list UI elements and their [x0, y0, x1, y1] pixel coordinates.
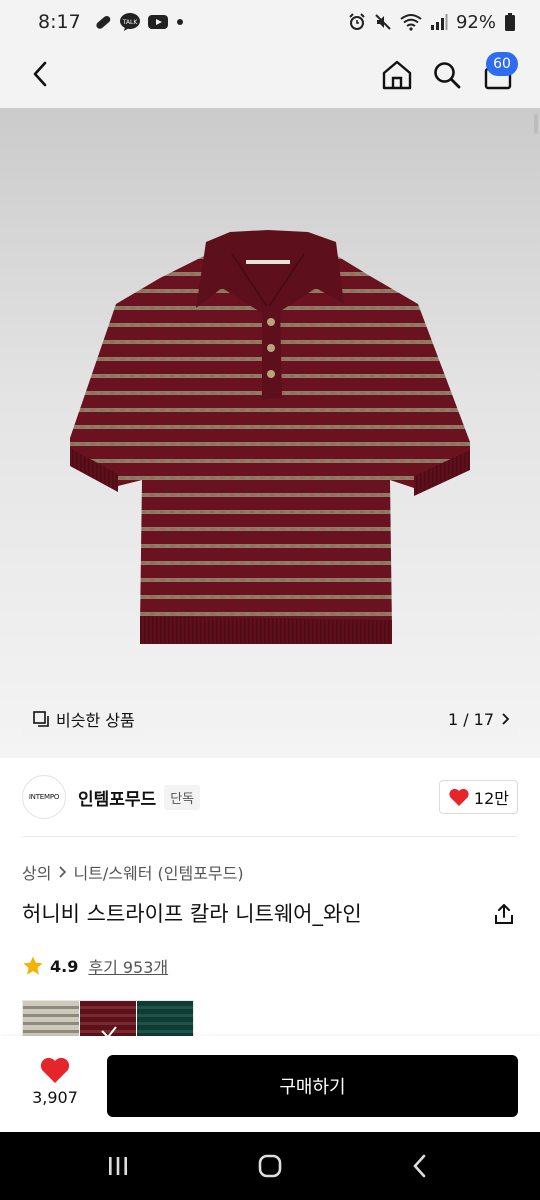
rating-score: 4.9 [50, 956, 79, 976]
status-bar: 8:17 TALK 92% [0, 0, 540, 44]
brand-like-count: 12만 [473, 789, 509, 808]
chevron-right-icon [502, 713, 510, 725]
star-icon [23, 956, 43, 975]
brand-name[interactable]: 인템포무드 [78, 785, 156, 810]
dot-icon [175, 17, 185, 27]
mute-icon [374, 13, 392, 31]
image-page-indicator[interactable]: 1 / 17 [440, 702, 518, 736]
product-image[interactable]: 비슷한 상품 1 / 17 [0, 108, 540, 758]
brand-like-button[interactable]: 12만 [438, 780, 518, 814]
heart-icon [449, 788, 469, 806]
recent-apps-icon [109, 1157, 127, 1175]
wishlist-button[interactable]: 3,907 [22, 1056, 88, 1107]
share-button[interactable] [492, 902, 516, 930]
sweater-image [70, 230, 470, 644]
search-button[interactable] [428, 56, 466, 94]
recent-apps-button[interactable] [98, 1152, 138, 1180]
cart-count-badge: 60 [486, 52, 518, 76]
share-icon [495, 904, 513, 924]
breadcrumb-level1[interactable]: 상의 [22, 860, 51, 884]
breadcrumb-level2[interactable]: 니트/스웨터 (인템포무드) [73, 860, 243, 884]
brand-logo[interactable]: INTEMPO [22, 775, 66, 819]
back-chevron-icon [413, 1154, 426, 1178]
page-indicator-text: 1 / 17 [447, 709, 495, 729]
wishlist-count: 3,907 [32, 1088, 78, 1107]
youtube-icon [147, 13, 169, 31]
rating-row: 4.9 후기 953개 [22, 954, 168, 978]
search-icon [434, 62, 461, 89]
svg-text:TALK: TALK [121, 19, 138, 26]
wifi-icon [400, 13, 422, 31]
battery-percent: 92% [455, 11, 496, 33]
system-nav-bar [0, 1132, 540, 1200]
divider [22, 836, 518, 837]
app-header [0, 44, 540, 108]
pill-icon [93, 12, 113, 32]
home-icon [382, 60, 412, 90]
alarm-icon [348, 13, 366, 31]
breadcrumb: 상의 니트/스웨터 (인템포무드) [22, 860, 244, 884]
signal-icon [430, 13, 448, 31]
status-time: 8:17 [38, 11, 81, 33]
kakaotalk-icon: TALK [119, 12, 141, 32]
exclusive-tag: 단독 [164, 784, 201, 810]
home-button[interactable] [378, 56, 416, 94]
home-circle-icon [258, 1154, 282, 1178]
review-count-link[interactable]: 후기 953개 [88, 954, 168, 978]
battery-icon [504, 12, 516, 32]
back-system-button[interactable] [400, 1152, 440, 1180]
status-right: 92% [348, 12, 516, 33]
chevron-right-icon [59, 866, 67, 878]
bottom-purchase-bar: 3,907 구매하기 [0, 1036, 540, 1132]
similar-products-label: 비슷한 상품 [56, 711, 135, 730]
status-left-icons: TALK [93, 12, 185, 32]
similar-icon [33, 711, 49, 727]
similar-products-button[interactable]: 비슷한 상품 [22, 702, 145, 736]
home-system-button[interactable] [250, 1152, 290, 1180]
buy-button[interactable]: 구매하기 [107, 1055, 518, 1117]
brand-row: INTEMPO 인템포무드 단독 12만 [22, 774, 518, 820]
heart-filled-icon [40, 1057, 70, 1083]
back-arrow-icon [33, 61, 47, 87]
back-button[interactable] [24, 58, 56, 90]
product-title: 허니비 스트라이프 칼라 니트웨어_와인 [22, 902, 362, 926]
